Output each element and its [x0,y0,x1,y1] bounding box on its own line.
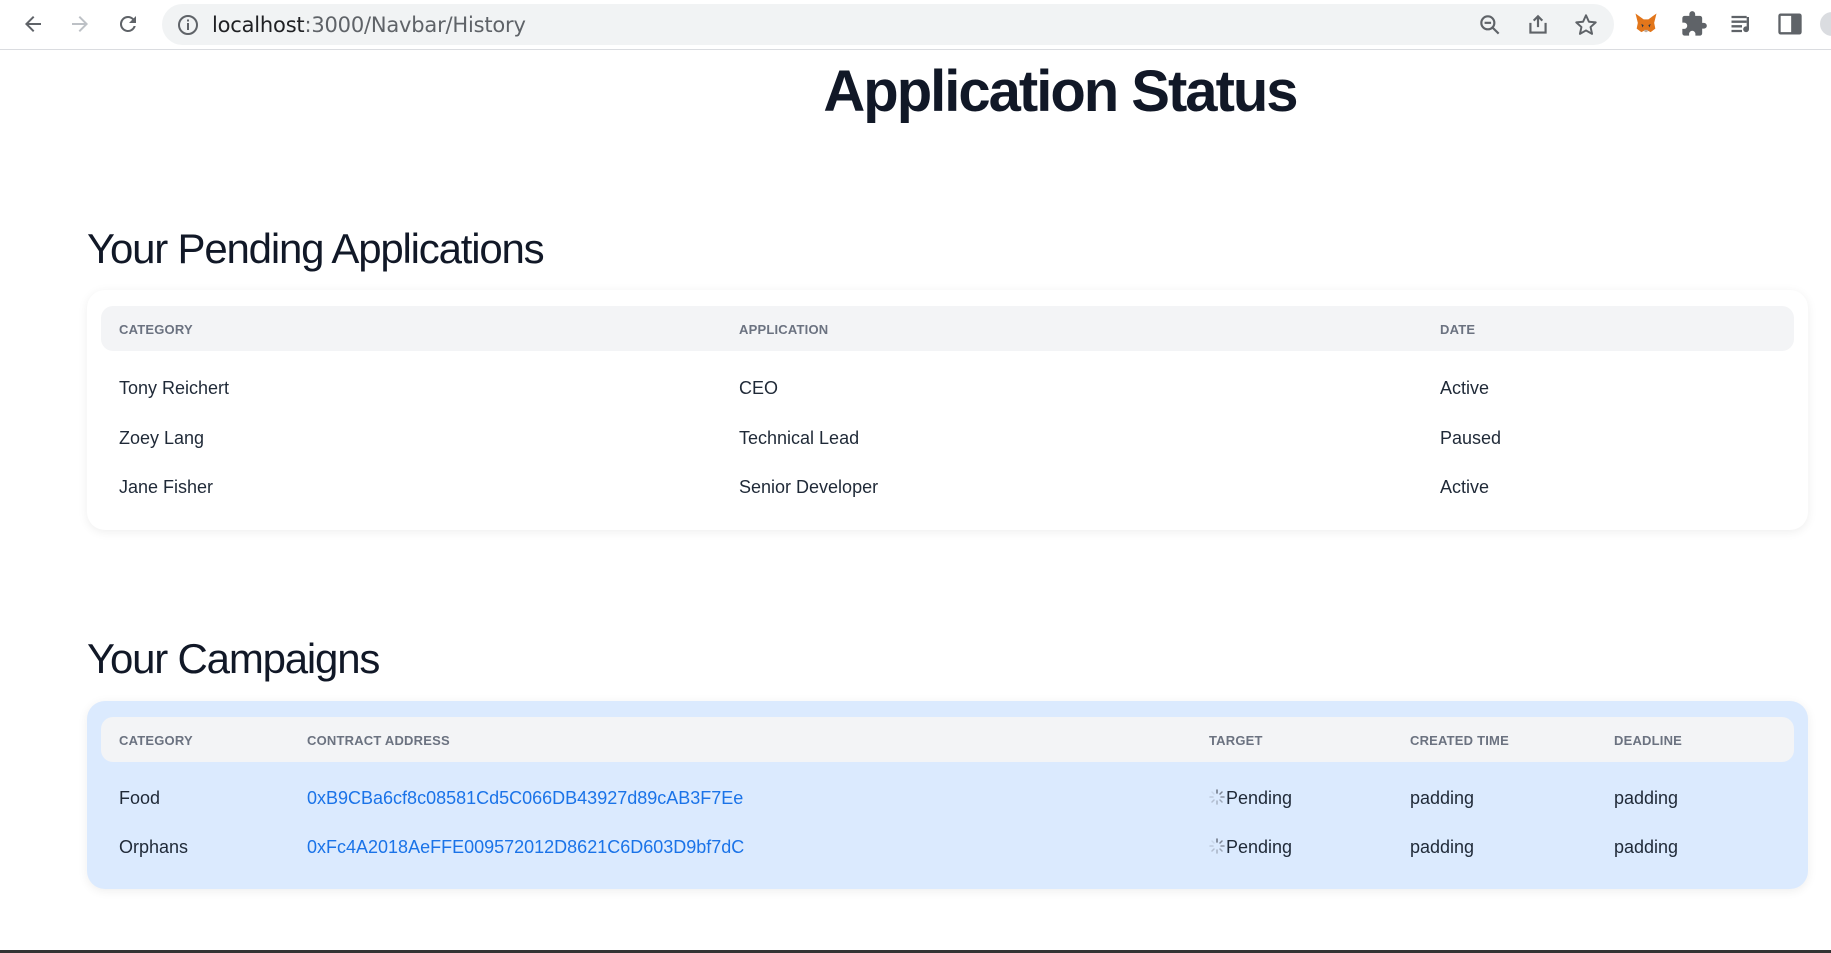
pending-section-title: Your Pending Applications [87,225,545,272]
cell-category: Tony Reichert [119,378,230,398]
target-status: Pending [1226,788,1293,808]
column-header-date[interactable]: DATE [1440,322,1475,337]
cell-application: CEO [739,378,779,398]
star-icon[interactable] [1573,12,1599,38]
cell-application: Senior Developer [739,477,879,497]
side-panel-icon[interactable] [1776,10,1804,38]
loading-spinner-icon [1209,789,1225,805]
cell-category: Orphans [119,837,189,857]
metamask-fox-icon[interactable] [1632,10,1660,38]
column-header-application[interactable]: APPLICATION [739,322,828,337]
contract-address-link[interactable]: 0xB9CBa6cf8c08581Cd5C066DB43927d89cAB3F7… [307,788,743,809]
zoom-icon[interactable] [1477,12,1503,38]
cell-category: Jane Fisher [119,477,214,497]
column-header-contract-address[interactable]: CONTRACT ADDRESS [307,733,450,748]
table-header: CATEGORY APPLICATION DATE [101,306,1794,351]
cell-date: Active [1440,378,1490,398]
contract-address-link[interactable]: 0xFc4A2018AeFFE009572012D8621C6D603D9bf7… [307,837,744,858]
cell-application: Technical Lead [739,428,860,448]
campaigns-table: CATEGORY CONTRACT ADDRESS TARGET CREATED… [87,701,1808,889]
info-icon[interactable] [176,13,200,37]
cell-target: Pending [1209,788,1292,809]
column-header-created-time[interactable]: CREATED TIME [1410,733,1509,748]
cell-date: Paused [1440,428,1502,448]
media-icon[interactable] [1728,10,1756,38]
share-icon[interactable] [1525,12,1551,38]
cell-category: Food [119,788,161,808]
column-header-category[interactable]: CATEGORY [119,733,193,748]
cell-date: Active [1440,477,1490,497]
cell-deadline: padding [1614,788,1679,808]
page-title: Application Status [823,59,1298,124]
puzzle-icon[interactable] [1680,10,1708,38]
loading-spinner-icon [1209,838,1225,854]
campaigns-section-title: Your Campaigns [87,635,380,682]
cell-target: Pending [1209,837,1292,858]
url-path: :3000/Navbar/History [304,13,526,37]
cell-created-time: padding [1410,837,1475,857]
column-header-target[interactable]: TARGET [1209,733,1263,748]
reload-icon[interactable] [110,6,146,42]
column-header-category[interactable]: CATEGORY [119,322,193,337]
browser-toolbar: localhost:3000/Navbar/History [0,0,1831,50]
back-icon[interactable] [15,6,51,42]
pending-applications-table: CATEGORY APPLICATION DATE Tony Reichert … [87,290,1808,530]
cell-category: Zoey Lang [119,428,205,448]
url-host: localhost [212,13,305,37]
cell-created-time: padding [1410,788,1475,808]
avatar[interactable] [1820,12,1831,36]
address-bar[interactable]: localhost:3000/Navbar/History [162,4,1614,45]
url-text[interactable]: localhost:3000/Navbar/History [212,14,526,36]
forward-icon[interactable] [62,6,98,42]
cell-deadline: padding [1614,837,1679,857]
target-status: Pending [1226,837,1293,857]
column-header-deadline[interactable]: DEADLINE [1614,733,1682,748]
table-header: CATEGORY CONTRACT ADDRESS TARGET CREATED… [101,717,1794,762]
